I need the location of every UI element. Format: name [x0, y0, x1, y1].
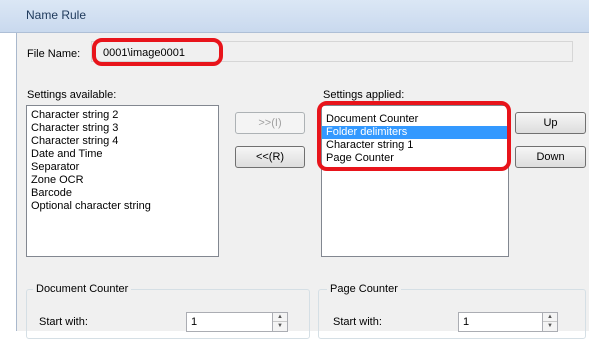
down-button[interactable]: Down — [515, 146, 586, 168]
settings-applied-highlight — [317, 101, 511, 171]
file-name-highlight — [92, 38, 223, 66]
settings-available-list[interactable]: Character string 2 Character string 3 Ch… — [26, 105, 219, 257]
list-item[interactable]: Separator — [27, 161, 218, 174]
page-counter-title: Page Counter — [327, 283, 401, 295]
list-item[interactable]: Date and Time — [27, 148, 218, 161]
page-counter-start-label: Start with: — [333, 316, 382, 328]
title-bar: Name Rule — [0, 0, 589, 33]
document-counter-start-input[interactable]: 1 — [186, 312, 286, 332]
name-rule-dialog: File Name: 0001\image0001 Settings avail… — [16, 33, 589, 339]
list-item[interactable]: Zone OCR — [27, 174, 218, 187]
settings-applied-label: Settings applied: — [323, 89, 405, 101]
document-counter-title: Document Counter — [33, 283, 132, 295]
remove-setting-button[interactable]: <<(R) — [235, 146, 305, 168]
up-button[interactable]: Up — [515, 112, 586, 134]
add-setting-button[interactable]: >>(I) — [235, 112, 305, 134]
page-counter-spinner[interactable]: ▲ ▼ — [542, 312, 558, 332]
list-item[interactable]: Character string 2 — [27, 109, 218, 122]
document-counter-start-label: Start with: — [39, 316, 88, 328]
spin-up-icon[interactable]: ▲ — [273, 313, 287, 322]
settings-available-label: Settings available: — [27, 89, 117, 101]
spin-up-icon[interactable]: ▲ — [543, 313, 557, 322]
file-name-label: File Name: — [27, 48, 81, 60]
spin-down-icon[interactable]: ▼ — [543, 322, 557, 331]
window-title: Name Rule — [26, 8, 87, 22]
list-item[interactable]: Character string 4 — [27, 135, 218, 148]
list-item[interactable]: Character string 3 — [27, 122, 218, 135]
list-item[interactable]: Optional character string — [27, 200, 218, 213]
spin-down-icon[interactable]: ▼ — [273, 322, 287, 331]
document-counter-spinner[interactable]: ▲ ▼ — [272, 312, 288, 332]
list-item[interactable]: Barcode — [27, 187, 218, 200]
